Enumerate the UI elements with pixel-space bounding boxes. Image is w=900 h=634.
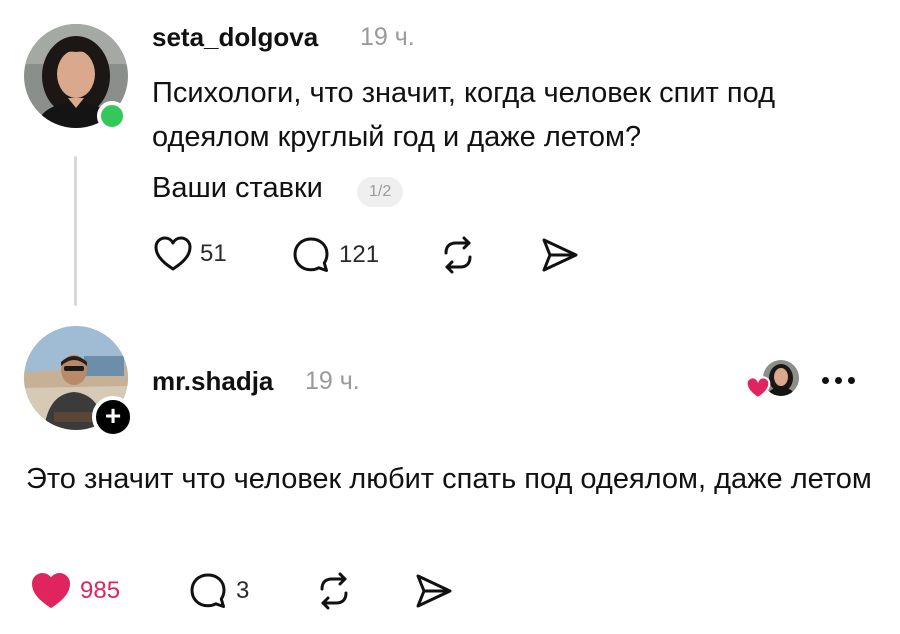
post-timestamp: 19 ч. [360,23,415,51]
reply-button[interactable]: 121 [291,236,379,274]
author-liked-indicator [745,360,801,402]
post-caption: Ваши ставки [152,172,323,204]
online-status-indicator [97,101,127,131]
like-button[interactable]: 985 [30,572,120,610]
like-button[interactable]: 51 [154,236,227,272]
heart-icon [30,572,72,610]
plus-icon: + [104,400,122,431]
post-text: Психологи, что значит, когда человек спи… [152,77,776,153]
share-button[interactable] [540,236,580,274]
reply-count: 3 [236,577,250,604]
repost-icon [314,572,354,610]
thread-connector-line [74,156,77,306]
reply-count: 121 [339,241,380,268]
reply-timestamp: 19 ч. [305,367,360,395]
like-count: 51 [200,240,227,267]
comment-bubble-icon [188,572,228,610]
share-button[interactable] [414,572,454,610]
repost-button[interactable] [314,572,354,610]
repost-button[interactable] [438,236,478,274]
follow-button[interactable]: + [92,396,134,438]
repost-icon [438,236,478,274]
reply-button[interactable]: 3 [188,572,249,610]
comment-bubble-icon [291,236,331,274]
post-author-username[interactable]: seta_dolgova [152,22,318,53]
like-count: 985 [80,577,121,604]
send-icon [414,572,454,610]
page-indicator: 1/2 [357,177,404,207]
send-icon [540,236,580,274]
more-dots-icon[interactable] [822,377,855,384]
reply-author-username[interactable]: mr.shadja [152,366,273,397]
reply-text: Это значит что человек любит спать под о… [26,463,872,495]
heart-icon [154,236,192,272]
heart-icon [745,376,771,405]
